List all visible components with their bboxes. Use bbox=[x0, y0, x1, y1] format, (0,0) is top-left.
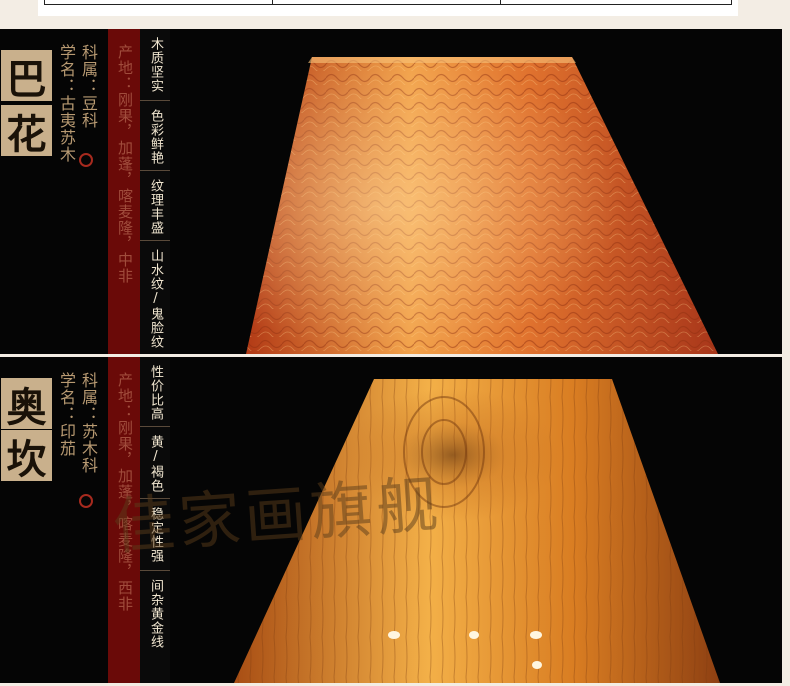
wood-panel-aokan: 奥 坎 科属：苏木科 学名：印茄 产地：刚果，加蓬，喀麦隆，西非 性价比高 黄/… bbox=[0, 357, 782, 683]
wood-name-char: 坎 bbox=[1, 430, 52, 483]
wood-panel-bahua: 巴 花 科属：豆科 学名：古夷苏木 产地：刚果，加蓬，喀麦隆，中非 木质坚实 色… bbox=[0, 29, 782, 354]
wood-name-char: 巴 bbox=[1, 50, 52, 103]
wood-name-char: 奥 bbox=[1, 378, 52, 431]
feature-item: 木质坚实 bbox=[140, 29, 170, 101]
family-text: 科属：豆科 bbox=[79, 44, 98, 129]
family-text: 科属：苏木科 bbox=[79, 372, 98, 474]
wood-name-char: 花 bbox=[1, 105, 52, 158]
feature-item: 黄/褐色 bbox=[140, 427, 170, 499]
wood-slab-image bbox=[172, 29, 782, 354]
scientific-name-text: 学名：印茄 bbox=[57, 372, 76, 457]
feature-column: 性价比高 黄/褐色 稳定性强 间杂黄金线 bbox=[140, 357, 170, 683]
feature-label: 黄/褐色 bbox=[148, 435, 163, 493]
feature-item: 纹理丰盛 bbox=[140, 171, 170, 241]
feature-column: 木质坚实 色彩鲜艳 纹理丰盛 山水纹/鬼脸纹 bbox=[140, 29, 170, 354]
feature-label: 色彩鲜艳 bbox=[148, 109, 163, 165]
feature-item: 性价比高 bbox=[140, 357, 170, 427]
feature-label: 性价比高 bbox=[148, 365, 163, 421]
wood-slab-graphic bbox=[246, 57, 718, 354]
feature-item: 色彩鲜艳 bbox=[140, 101, 170, 171]
feature-label: 间杂黄金线 bbox=[148, 579, 163, 649]
wood-slab-image bbox=[172, 357, 782, 683]
scientific-name-text: 学名：古夷苏木 bbox=[57, 44, 76, 163]
feature-item: 间杂黄金线 bbox=[140, 571, 170, 683]
table-divider bbox=[500, 0, 501, 4]
origin-text: 产地：刚果，加蓬，喀麦隆，西非 bbox=[116, 372, 134, 612]
feature-label: 山水纹/鬼脸纹 bbox=[148, 249, 163, 349]
feature-label: 稳定性强 bbox=[148, 507, 163, 563]
feature-item: 稳定性强 bbox=[140, 499, 170, 571]
table-divider bbox=[272, 0, 273, 4]
origin-text: 产地：刚果，加蓬，喀麦隆，中非 bbox=[116, 44, 134, 284]
feature-item: 山水纹/鬼脸纹 bbox=[140, 241, 170, 354]
wood-slab-graphic bbox=[234, 379, 720, 683]
feature-label: 纹理丰盛 bbox=[148, 179, 163, 235]
spec-table-bottom-edge bbox=[44, 0, 732, 5]
feature-label: 木质坚实 bbox=[148, 37, 163, 93]
top-spec-table-strip bbox=[38, 0, 738, 16]
circle-mark-icon bbox=[79, 153, 93, 167]
circle-mark-icon bbox=[79, 494, 93, 508]
